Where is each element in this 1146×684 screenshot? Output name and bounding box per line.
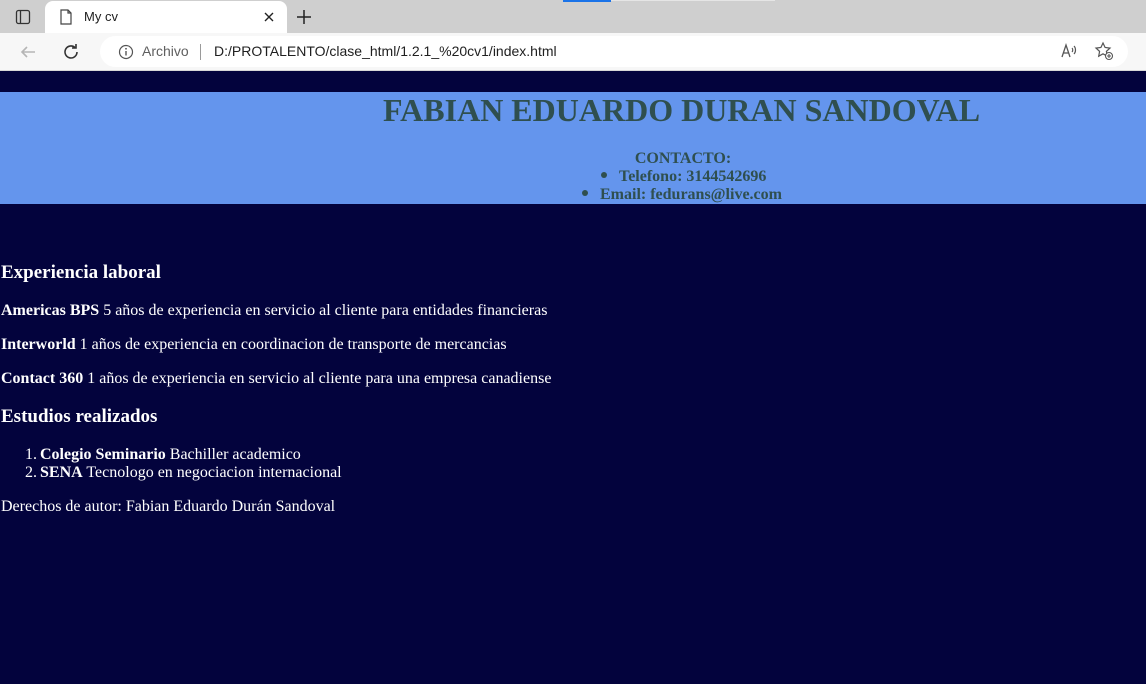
- job-company: Interworld: [1, 336, 76, 353]
- back-icon[interactable]: [16, 40, 40, 64]
- tab-actions-icon[interactable]: [10, 6, 36, 28]
- study-school: Colegio Seminario: [40, 446, 166, 463]
- job-item: Interworld 1 años de experiencia en coor…: [1, 336, 507, 354]
- info-icon[interactable]: [118, 44, 134, 65]
- tab-accent-line: [611, 0, 775, 1]
- close-tab-icon[interactable]: [259, 7, 279, 27]
- refresh-icon[interactable]: [59, 40, 83, 64]
- experience-heading: Experiencia laboral: [1, 262, 161, 283]
- job-description: 5 años de experiencia en servicio al cli…: [99, 302, 548, 319]
- url-text[interactable]: D:/PROTALENTO/clase_html/1.2.1_%20cv1/in…: [214, 43, 557, 59]
- study-school: SENA: [40, 464, 83, 481]
- list-number: 2.: [25, 464, 37, 481]
- add-favorite-icon[interactable]: [1094, 41, 1114, 66]
- job-item: Americas BPS 5 años de experiencia en se…: [1, 302, 547, 320]
- study-description: Bachiller academico: [165, 446, 301, 463]
- tab-title: My cv: [84, 9, 118, 24]
- job-company: Americas BPS: [1, 302, 100, 319]
- cv-header: FABIAN EDUARDO DURAN SANDOVAL CONTACTO: …: [0, 92, 1146, 204]
- education-heading: Estudios realizados: [1, 406, 158, 427]
- browser-toolbar: Archivo D:/PROTALENTO/clase_html/1.2.1_%…: [0, 33, 1146, 71]
- tab-bar: My cv: [0, 0, 1146, 33]
- address-bar[interactable]: Archivo D:/PROTALENTO/clase_html/1.2.1_%…: [100, 36, 1128, 67]
- tab-accent: [563, 0, 611, 2]
- contact-title: CONTACTO:: [634, 150, 732, 167]
- address-separator: [200, 44, 201, 60]
- contact-email: Email: fedurans@live.com: [582, 186, 782, 204]
- job-description: 1 años de experiencia en servicio al cli…: [83, 370, 552, 387]
- bullet-icon: [582, 190, 588, 197]
- browser-tab[interactable]: My cv: [45, 1, 287, 33]
- contact-phone-text: Telefono: 3144542696: [619, 168, 767, 185]
- new-tab-icon[interactable]: [292, 5, 316, 29]
- copyright-footer: Derechos de autor: Fabian Eduardo Durán …: [1, 498, 336, 515]
- study-description: Tecnologo en negociacion internacional: [82, 464, 342, 481]
- contact-email-text: Email: fedurans@live.com: [600, 186, 782, 203]
- job-company: Contact 360: [1, 370, 84, 387]
- study-item: 1. Colegio Seminario Bachiller academico: [25, 446, 301, 464]
- job-description: 1 años de experiencia en coordinacion de…: [75, 336, 507, 353]
- address-scheme: Archivo: [142, 43, 189, 59]
- read-aloud-icon[interactable]: [1060, 42, 1078, 65]
- contact-phone: Telefono: 3144542696: [601, 168, 766, 186]
- list-number: 1.: [25, 446, 37, 463]
- page-title: FABIAN EDUARDO DURAN SANDOVAL: [383, 92, 981, 128]
- bullet-icon: [601, 172, 607, 179]
- document-icon: [59, 9, 73, 30]
- job-item: Contact 360 1 años de experiencia en ser…: [1, 370, 551, 388]
- study-item: 2. SENA Tecnologo en negociacion internac…: [25, 464, 342, 482]
- page-content: FABIAN EDUARDO DURAN SANDOVAL CONTACTO: …: [0, 71, 1146, 684]
